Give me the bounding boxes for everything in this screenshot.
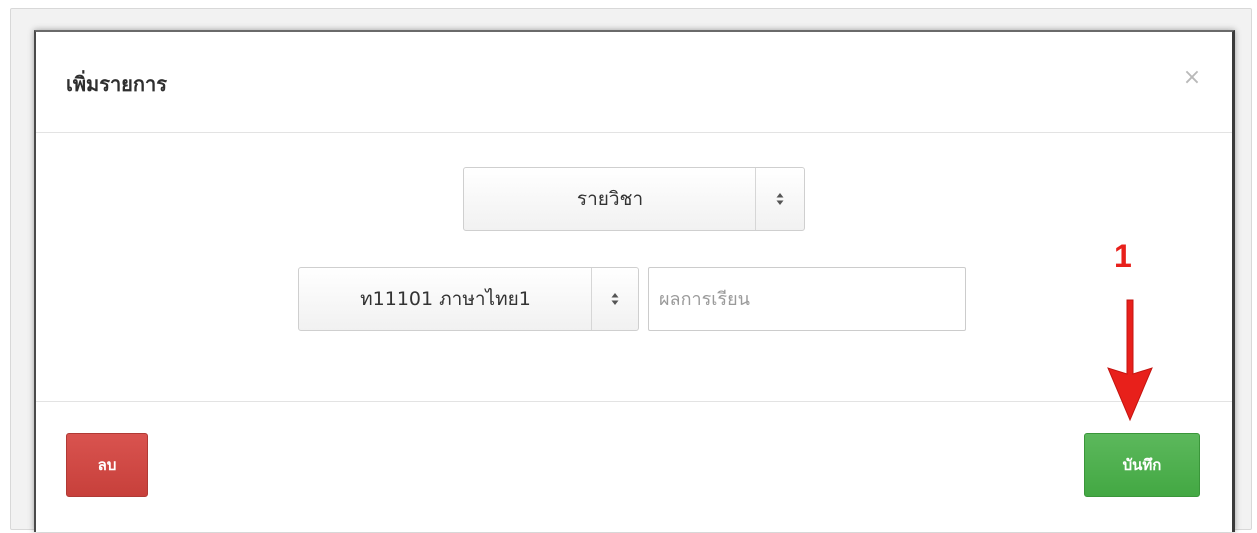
modal-header: เพิ่มรายการ × [36, 32, 1232, 133]
subject-type-select[interactable]: รายวิชา [463, 167, 805, 231]
add-item-modal: เพิ่มรายการ × รายวิชา ท11101 ภาษาไทย1 ผล… [34, 30, 1235, 532]
subject-type-select-value: รายวิชา [576, 188, 644, 210]
modal-title: เพิ่มรายการ [66, 72, 167, 96]
modal-footer: ลบ บันทึก [36, 401, 1232, 533]
course-select[interactable]: ท11101 ภาษาไทย1 [298, 267, 639, 331]
learning-result-input[interactable] [648, 267, 966, 331]
close-icon[interactable]: × [1180, 66, 1204, 90]
course-select-value: ท11101 ภาษาไทย1 [360, 288, 531, 310]
select-updown-icon [591, 268, 638, 330]
down-arrow-icon [1100, 296, 1160, 430]
step-number-annotation: 1 [1114, 238, 1132, 274]
delete-button[interactable]: ลบ [66, 433, 148, 497]
modal-body: รายวิชา ท11101 ภาษาไทย1 [36, 133, 1232, 401]
select-updown-icon [755, 168, 804, 230]
save-button[interactable]: บันทึก [1084, 433, 1200, 497]
